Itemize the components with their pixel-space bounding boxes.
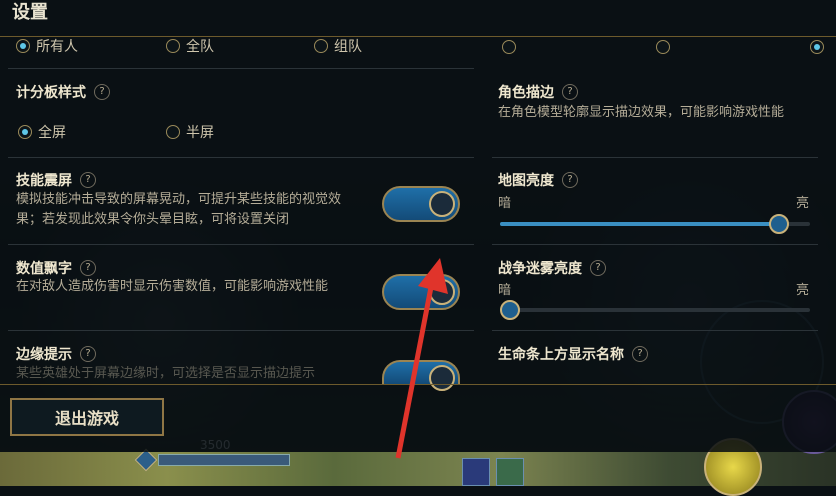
arrow-shaft xyxy=(395,281,435,459)
annotation-arrow xyxy=(395,258,448,459)
arrow-head xyxy=(418,258,448,294)
